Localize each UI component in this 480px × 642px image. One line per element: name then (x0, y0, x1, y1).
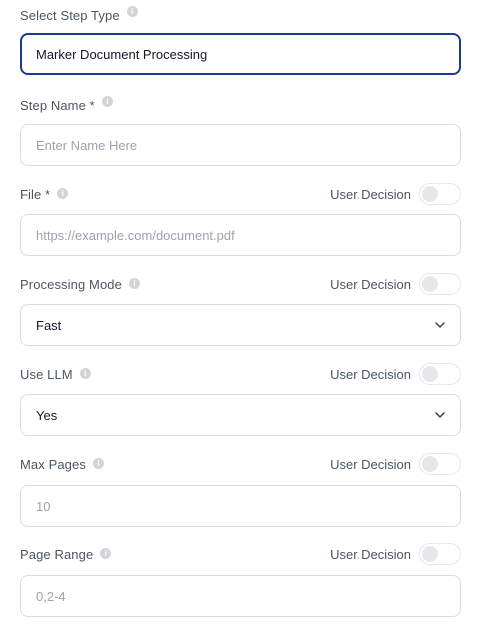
max-pages-user-decision: User Decision (330, 453, 461, 475)
chevron-down-icon (435, 410, 445, 420)
page-range-input[interactable]: 0,2-4 (20, 575, 461, 617)
processing-mode-label-row: Processing Mode i User Decision (20, 273, 461, 295)
toggle-knob (422, 276, 438, 292)
user-decision-label: User Decision (330, 456, 411, 472)
info-icon[interactable]: i (57, 187, 69, 199)
file-label: File * (20, 186, 51, 202)
page-range-placeholder: 0,2-4 (36, 588, 66, 604)
step-name-placeholder: Enter Name Here (36, 137, 138, 153)
file-user-decision: User Decision (330, 183, 461, 205)
info-icon[interactable]: i (101, 95, 113, 107)
user-decision-label: User Decision (330, 366, 411, 382)
max-pages-input[interactable]: 10 (20, 485, 461, 527)
max-pages-label: Max Pages (20, 456, 86, 472)
info-icon[interactable]: i (128, 277, 140, 289)
use-llm-user-decision-toggle[interactable] (419, 363, 461, 385)
max-pages-user-decision-toggle[interactable] (419, 453, 461, 475)
page-range-label: Page Range (20, 546, 94, 562)
processing-mode-user-decision: User Decision (330, 273, 461, 295)
step-name-input[interactable]: Enter Name Here (20, 124, 461, 166)
use-llm-value: Yes (36, 407, 58, 423)
info-icon[interactable]: i (100, 547, 112, 559)
user-decision-label: User Decision (330, 276, 411, 292)
max-pages-label-row: Max Pages i User Decision (20, 453, 461, 475)
info-icon[interactable]: i (79, 367, 91, 379)
step-name-label: Step Name * (20, 97, 95, 113)
use-llm-label: Use LLM (20, 366, 73, 382)
toggle-knob (422, 366, 438, 382)
processing-mode-label: Processing Mode (20, 276, 122, 292)
file-user-decision-toggle[interactable] (419, 183, 461, 205)
file-url-placeholder: https://example.com/document.pdf (36, 227, 235, 243)
step-type-field[interactable]: Marker Document Processing (20, 33, 461, 75)
file-url-input[interactable]: https://example.com/document.pdf (20, 214, 461, 256)
use-llm-label-row: Use LLM i User Decision (20, 363, 461, 385)
step-type-label-row: Select Step Type i (20, 4, 461, 26)
use-llm-user-decision: User Decision (330, 363, 461, 385)
max-pages-placeholder: 10 (36, 498, 51, 514)
file-label-row: File * i User Decision (20, 183, 461, 205)
processing-mode-value: Fast (36, 317, 62, 333)
step-type-label: Select Step Type (20, 7, 120, 23)
use-llm-select[interactable]: Yes (20, 394, 461, 436)
step-name-label-row: Step Name * i (20, 94, 461, 116)
page-range-label-row: Page Range i User Decision (20, 543, 461, 565)
page-range-user-decision-toggle[interactable] (419, 543, 461, 565)
info-icon[interactable]: i (126, 5, 138, 17)
toggle-knob (422, 546, 438, 562)
user-decision-label: User Decision (330, 186, 411, 202)
toggle-knob (422, 186, 438, 202)
processing-mode-select[interactable]: Fast (20, 304, 461, 346)
info-icon[interactable]: i (92, 457, 104, 469)
step-type-value: Marker Document Processing (36, 46, 208, 62)
user-decision-label: User Decision (330, 546, 411, 562)
chevron-down-icon (435, 320, 445, 330)
page-range-user-decision: User Decision (330, 543, 461, 565)
processing-mode-user-decision-toggle[interactable] (419, 273, 461, 295)
toggle-knob (422, 456, 438, 472)
